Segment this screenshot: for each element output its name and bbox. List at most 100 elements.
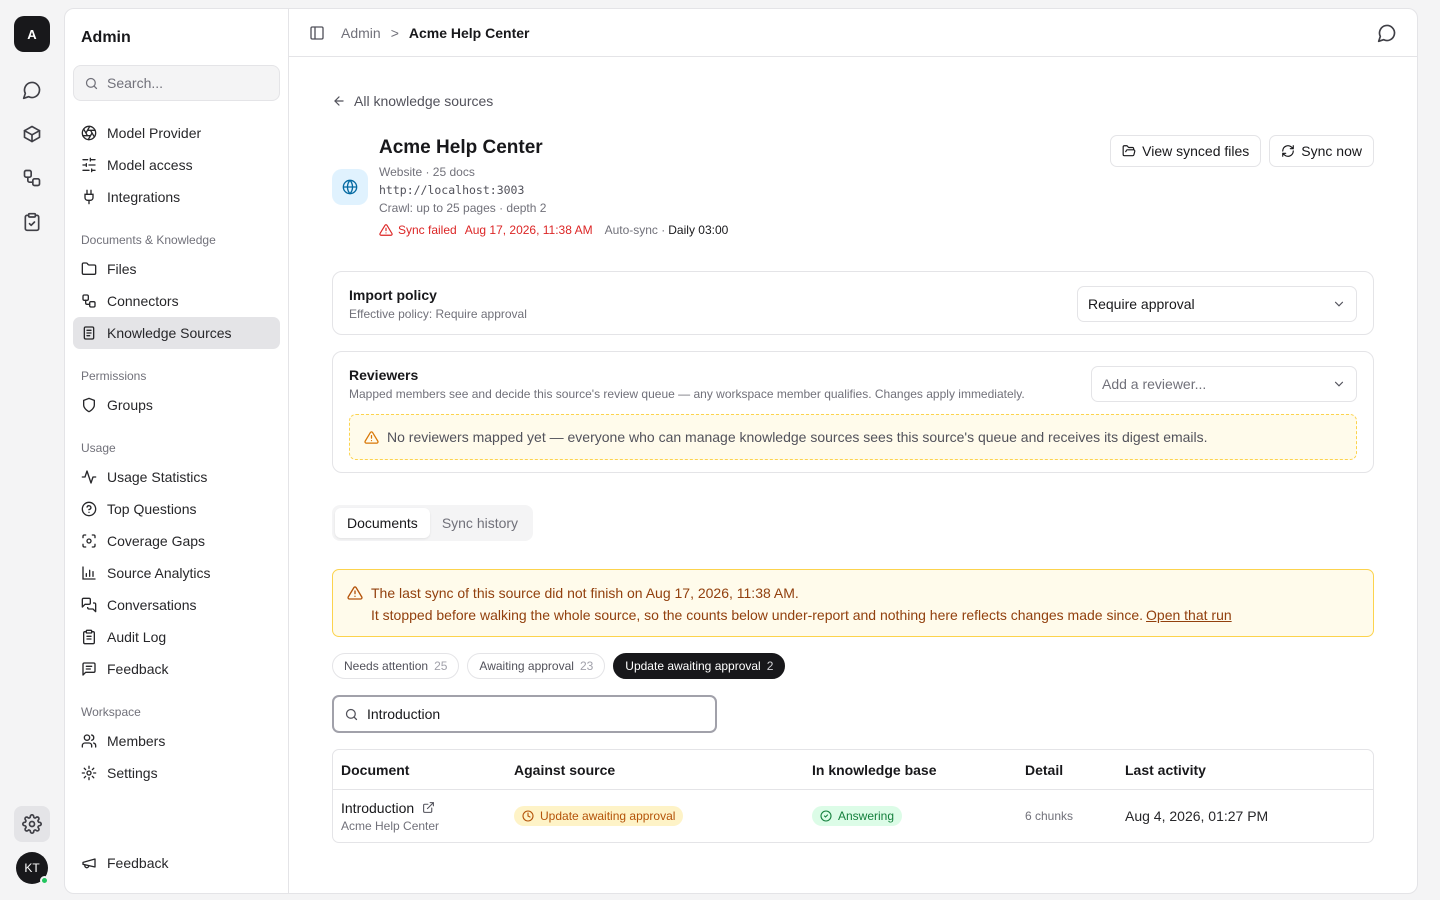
- sidebar-item-label: Audit Log: [107, 629, 167, 645]
- no-reviewers-notice: No reviewers mapped yet — everyone who c…: [349, 414, 1357, 460]
- document-search-field[interactable]: [332, 695, 717, 733]
- sync-failed-label: Sync failed: [398, 223, 457, 237]
- tab-sync-history[interactable]: Sync history: [430, 508, 530, 538]
- sidebar-item-label: Files: [107, 261, 137, 277]
- sidebar-item-integrations[interactable]: Integrations: [73, 181, 280, 213]
- filter-awaiting-approval[interactable]: Awaiting approval 23: [467, 653, 606, 679]
- assistant-chat-button[interactable]: [1377, 23, 1397, 43]
- table-row[interactable]: Introduction Acme Help Center Update awa…: [333, 790, 1373, 842]
- sidebar-item-model-access[interactable]: Model access: [73, 149, 280, 181]
- shield-icon: [83, 397, 95, 413]
- chat-rail-button[interactable]: [14, 72, 50, 108]
- topbar: Admin > Acme Help Center: [289, 9, 1417, 57]
- breadcrumb-separator: >: [390, 24, 399, 41]
- content-area: Admin > Acme Help Center All knowledge s…: [289, 9, 1417, 893]
- sidebar-item-connectors[interactable]: Connectors: [73, 285, 280, 317]
- sidebar-item-files[interactable]: Files: [73, 253, 280, 285]
- cube-icon: [23, 125, 41, 143]
- view-synced-files-button[interactable]: View synced files: [1110, 135, 1262, 167]
- filter-label: Update awaiting approval: [625, 659, 761, 673]
- sidebar-item-usage-statistics[interactable]: Usage Statistics: [73, 461, 280, 493]
- admin-settings-rail-button[interactable]: [14, 806, 50, 842]
- alert-line1: The last sync of this source did not fin…: [371, 585, 799, 601]
- filter-count: 23: [579, 659, 594, 673]
- folder-open-icon: [1122, 145, 1136, 157]
- clipboard-check-icon: [24, 212, 40, 232]
- sidebar-item-label: Top Questions: [107, 501, 197, 517]
- import-policy-select[interactable]: Require approval: [1077, 286, 1357, 322]
- sliders-icon: [82, 157, 96, 173]
- cell-document: Introduction Acme Help Center: [333, 799, 514, 834]
- help-circle-icon: [81, 501, 97, 517]
- folder-icon: [81, 262, 97, 275]
- import-policy-card: Import policy Effective policy: Require …: [332, 271, 1374, 335]
- workspace-logo[interactable]: A: [14, 16, 50, 52]
- source-crawl-settings: Crawl: up to 25 pages · depth 2: [379, 201, 547, 215]
- chevron-down-icon: [1334, 381, 1344, 387]
- sidebar-item-top-questions[interactable]: Top Questions: [73, 493, 280, 525]
- clipboard-list-icon: [83, 629, 95, 645]
- users-icon: [81, 734, 97, 748]
- breadcrumb-admin[interactable]: Admin: [341, 25, 381, 41]
- workflow-icon: [23, 169, 41, 187]
- user-avatar[interactable]: KT: [16, 852, 49, 885]
- sidebar-item-model-provider[interactable]: Model Provider: [73, 117, 280, 149]
- sidebar-footer-feedback[interactable]: Feedback: [73, 847, 280, 879]
- tasks-rail-button[interactable]: [14, 204, 50, 240]
- document-title[interactable]: Introduction: [341, 800, 414, 816]
- tab-documents[interactable]: Documents: [335, 508, 430, 538]
- sidebar-item-feedback[interactable]: Feedback: [73, 653, 280, 685]
- incomplete-sync-alert: The last sync of this source did not fin…: [332, 569, 1374, 637]
- sidebar-item-groups[interactable]: Groups: [73, 389, 280, 421]
- sidebar-item-knowledge-sources[interactable]: Knowledge Sources: [73, 317, 280, 349]
- external-link-icon[interactable]: [422, 801, 435, 814]
- sidebar-item-label: Knowledge Sources: [107, 325, 232, 341]
- sidebar-item-label: Connectors: [107, 293, 179, 309]
- models-rail-button[interactable]: [14, 116, 50, 152]
- filter-needs-attention[interactable]: Needs attention 25: [332, 653, 460, 679]
- sidebar-item-coverage-gaps[interactable]: Coverage Gaps: [73, 525, 280, 557]
- sidebar-item-conversations[interactable]: Conversations: [73, 589, 280, 621]
- admin-sidebar: Admin Search... Model Provider Model acc…: [65, 9, 289, 893]
- autosync-schedule: Daily 03:00: [668, 223, 729, 237]
- status-filter-chips: Needs attention 25 Awaiting approval 23 …: [332, 653, 1374, 679]
- sidebar-item-label: Groups: [107, 397, 153, 413]
- breadcrumb-current: Acme Help Center: [408, 24, 530, 41]
- sidebar-item-label: Settings: [107, 765, 158, 781]
- sidebar-item-label: Model access: [107, 157, 193, 173]
- avatar-initials: KT: [24, 861, 40, 875]
- sidebar-item-label: Coverage Gaps: [107, 533, 206, 549]
- breadcrumb: Admin > Acme Help Center: [325, 25, 529, 41]
- cell-detail: 6 chunks: [1025, 809, 1074, 823]
- no-reviewers-text: No reviewers mapped yet — everyone who c…: [387, 429, 1208, 445]
- sidebar-item-label: Feedback: [107, 661, 169, 677]
- col-document: Document: [341, 761, 410, 778]
- cell-last-activity: Aug 4, 2026, 01:27 PM: [1125, 808, 1269, 824]
- source-detail-page: All knowledge sources Acme Help Center W…: [289, 91, 1417, 843]
- back-to-sources-link[interactable]: All knowledge sources: [332, 91, 1374, 111]
- sidebar-item-source-analytics[interactable]: Source Analytics: [73, 557, 280, 589]
- sync-now-button[interactable]: Sync now: [1269, 135, 1374, 167]
- source-header: Acme Help Center Website · 25 docs http:…: [332, 135, 1374, 239]
- sync-status-line: Sync failed Aug 17, 2026, 11:38 AM Auto-…: [379, 221, 728, 239]
- add-reviewer-select[interactable]: Add a reviewer...: [1091, 366, 1357, 402]
- bar-chart-icon: [82, 566, 96, 580]
- main-frame: Admin Search... Model Provider Model acc…: [64, 8, 1418, 894]
- sidebar-item-audit-log[interactable]: Audit Log: [73, 621, 280, 653]
- open-run-link[interactable]: Open that run: [1146, 607, 1232, 623]
- sidebar-toggle-icon[interactable]: [309, 25, 325, 41]
- filter-update-awaiting-approval[interactable]: Update awaiting approval 2: [613, 653, 786, 679]
- cell-against-source: Update awaiting approval: [514, 806, 812, 826]
- table-header: Document Against source In knowledge bas…: [333, 750, 1373, 790]
- col-against-source: Against source: [514, 761, 616, 778]
- chat-bubble-icon: [22, 81, 41, 100]
- badge-label: Update awaiting approval: [540, 809, 676, 823]
- sidebar-search-input[interactable]: Search...: [73, 65, 280, 101]
- source-url: http://localhost:3003: [379, 183, 525, 197]
- document-search-input[interactable]: [367, 706, 687, 722]
- connectors-rail-button[interactable]: [14, 160, 50, 196]
- filter-count: 2: [766, 659, 774, 673]
- sidebar-item-members[interactable]: Members: [73, 725, 280, 757]
- col-detail: Detail: [1025, 761, 1064, 778]
- sidebar-item-settings[interactable]: Settings: [73, 757, 280, 789]
